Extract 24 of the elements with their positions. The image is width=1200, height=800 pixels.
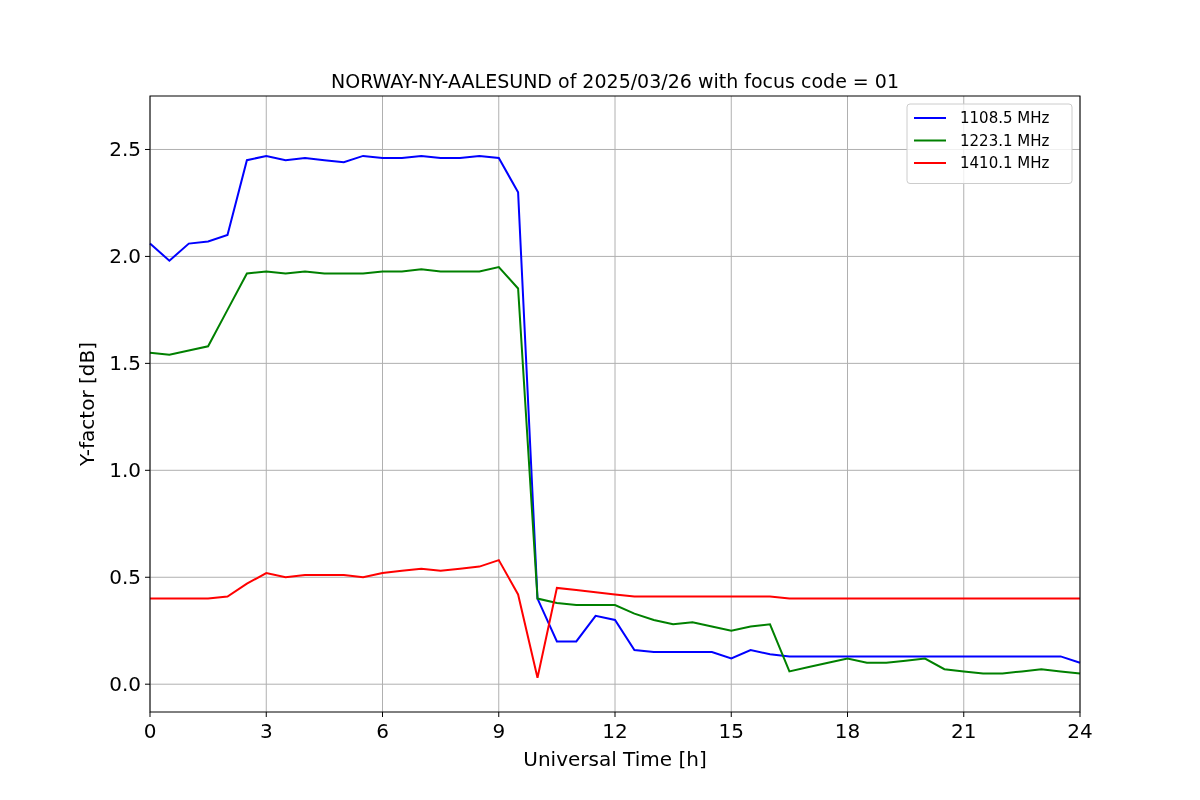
tick-label: 2.5	[109, 137, 141, 162]
tick-label: 0.0	[109, 672, 141, 697]
legend-line	[913, 162, 947, 164]
tick-label: 12	[602, 719, 628, 743]
tick-label: 9	[492, 719, 506, 743]
legend-label: 1108.5 MHz	[960, 109, 1050, 127]
tick-label: 15	[718, 719, 744, 743]
legend-label: 1410.1 MHz	[960, 154, 1050, 172]
tick-label: 0.5	[109, 565, 141, 590]
legend-label: 1223.1 MHz	[960, 131, 1050, 150]
tick-label: 3	[259, 719, 273, 743]
tick-label: 2.0	[109, 244, 141, 269]
tick-label: 18	[834, 719, 861, 743]
tick-label: 24	[1067, 719, 1093, 743]
legend-line	[913, 117, 947, 119]
chart-title: NORWAY-NY-AALESUND of 2025/03/26 with focus code = 01	[331, 70, 899, 92]
tick-label: 1.0	[109, 458, 141, 483]
y-axis-label: Y-factor [dB]	[75, 342, 99, 466]
tick-label: 6	[376, 719, 389, 743]
legend-line	[913, 139, 947, 142]
x-axis-label: Universal Time [h]	[523, 747, 707, 771]
tick-label: 1.5	[109, 351, 141, 376]
tick-label: 0	[143, 719, 157, 743]
tick-label: 21	[951, 719, 977, 743]
